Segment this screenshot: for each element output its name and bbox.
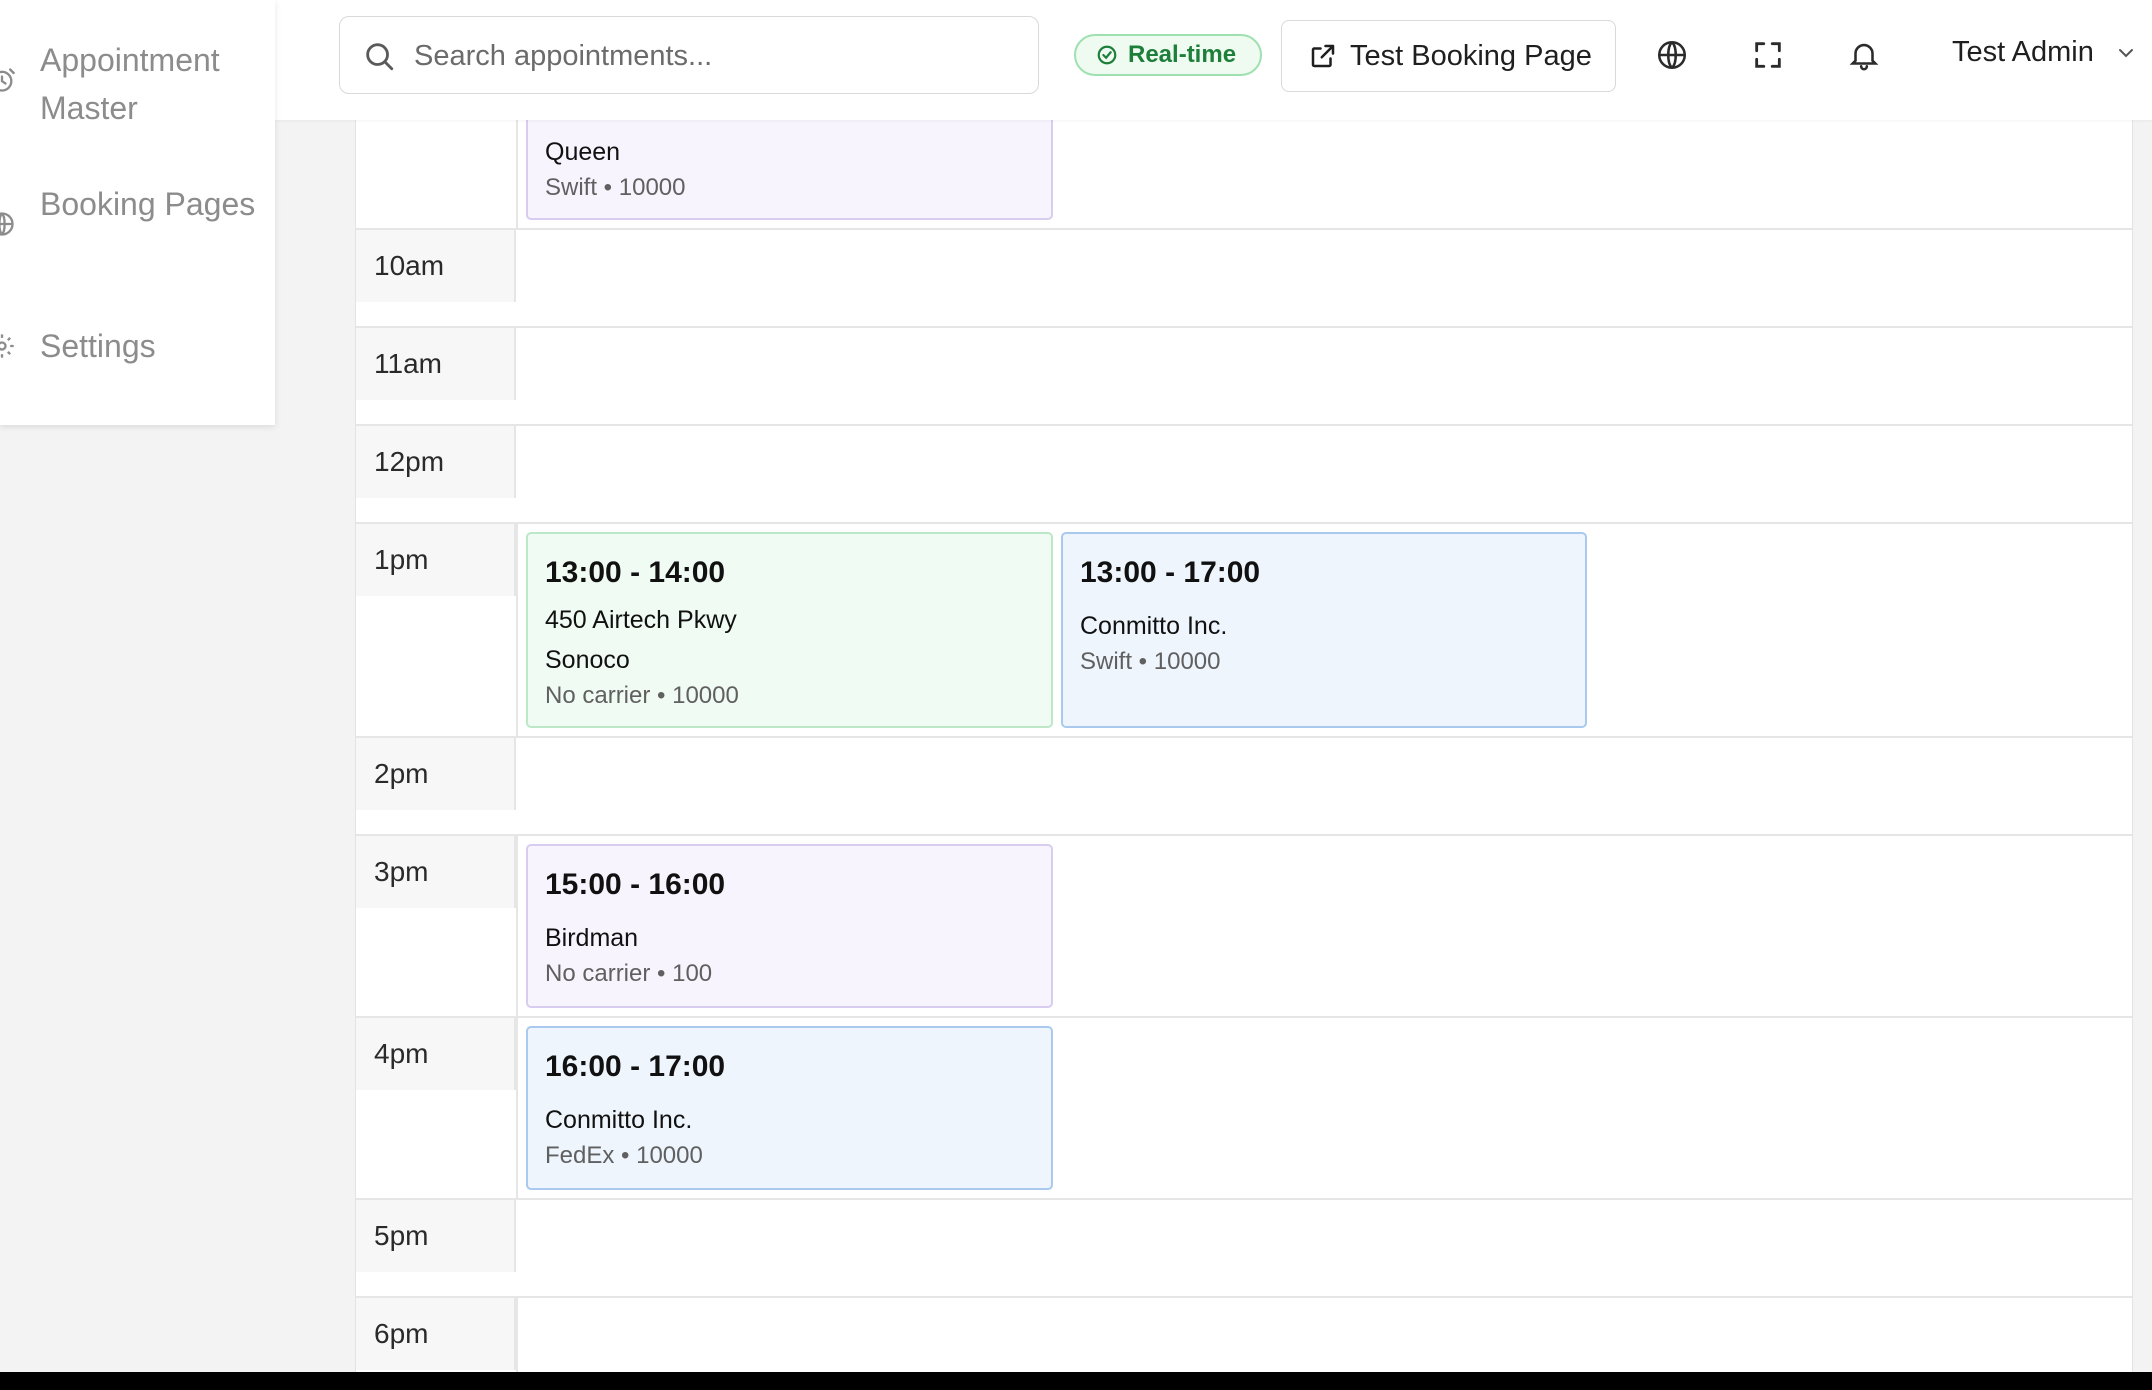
appointment-name: Conmitto Inc. <box>1080 612 1228 640</box>
globe-icon <box>0 210 16 238</box>
hour-divider <box>516 836 518 1016</box>
appointment-address: 450 Airtech Pkwy <box>545 606 737 634</box>
external-link-icon <box>1308 41 1338 71</box>
hour-label: 1pm <box>374 544 429 575</box>
appointment-meta: Swift • 10000 <box>545 174 686 201</box>
search-icon <box>362 39 396 73</box>
appointment-time: 15:00 - 16:00 <box>545 868 726 901</box>
sidebar-item-label: Settings <box>40 328 156 364</box>
hour-label-cell: 1pm <box>356 524 516 596</box>
appointment-card[interactable]: 13:00 - 14:00 450 Airtech Pkwy Sonoco No… <box>526 532 1053 728</box>
hour-label: 10am <box>374 250 445 281</box>
app-viewport: 10am 11am 12pm 1pm 2pm 3pm 4pm 5pm 6pm Q… <box>0 0 2152 1372</box>
appointment-meta: No carrier • 10000 <box>545 682 739 709</box>
hour-row-10am[interactable]: 10am <box>356 230 2132 328</box>
check-circle-icon <box>1096 44 1118 66</box>
hour-label: 6pm <box>374 1318 429 1349</box>
hour-label-cell: 3pm <box>356 836 516 908</box>
hour-label: 4pm <box>374 1038 429 1069</box>
chevron-down-icon <box>2114 41 2138 65</box>
hour-label: 2pm <box>374 758 429 789</box>
hour-row-2pm[interactable]: 2pm <box>356 738 2132 836</box>
hour-row-6pm[interactable]: 6pm <box>356 1298 2132 1372</box>
fullscreen-icon[interactable] <box>1751 38 1785 72</box>
user-menu[interactable]: Test Admin <box>1952 36 2138 69</box>
calendar-clock-icon <box>0 66 16 94</box>
realtime-status-badge: Real-time <box>1074 34 1262 76</box>
appointment-meta: FedEx • 10000 <box>545 1142 703 1169</box>
hour-label-cell: 4pm <box>356 1018 516 1090</box>
appointment-card[interactable]: 13:00 - 17:00 Conmitto Inc. Swift • 1000… <box>1061 532 1587 728</box>
search-input[interactable] <box>412 31 1016 81</box>
hour-row-5pm[interactable]: 5pm <box>356 1200 2132 1298</box>
appointment-time: 13:00 - 17:00 <box>1080 556 1261 589</box>
appointment-time: 13:00 - 14:00 <box>545 556 726 589</box>
search-box[interactable] <box>339 16 1039 94</box>
sidebar-item-label: Booking Pages <box>40 186 256 222</box>
gear-icon <box>0 332 16 360</box>
test-booking-page-button[interactable]: Test Booking Page <box>1281 20 1616 92</box>
hour-label: 5pm <box>374 1220 429 1251</box>
sidebar-item-booking-pages[interactable]: Booking Pages <box>0 180 275 280</box>
day-calendar: 10am 11am 12pm 1pm 2pm 3pm 4pm 5pm 6pm Q… <box>355 0 2133 1372</box>
sidebar-item-label: Appointment Master <box>40 42 220 126</box>
hour-label-cell: 6pm <box>356 1298 516 1370</box>
hour-row-12pm[interactable]: 12pm <box>356 426 2132 524</box>
appointment-name: Queen <box>545 138 621 166</box>
realtime-label: Real-time <box>1128 41 1237 68</box>
sidebar-nav: Appointment Master Booking Pages Setting… <box>0 0 275 425</box>
appointment-name: Sonoco <box>545 646 630 674</box>
hour-divider <box>516 1298 518 1372</box>
bell-icon[interactable] <box>1847 38 1881 72</box>
hour-label: 11am <box>374 348 442 379</box>
hour-label: 12pm <box>374 446 445 477</box>
hour-row-11am[interactable]: 11am <box>356 328 2132 426</box>
hour-divider <box>516 1018 518 1198</box>
appointment-meta: No carrier • 100 <box>545 960 713 987</box>
hour-label-cell: 10am <box>356 230 516 302</box>
hour-label-cell: 5pm <box>356 1200 516 1272</box>
hour-label-cell: 2pm <box>356 738 516 810</box>
appointment-time: 16:00 - 17:00 <box>545 1050 726 1083</box>
appointment-meta: Swift • 10000 <box>1080 648 1221 675</box>
top-bar: Real-time Test Booking Page <box>275 0 2152 120</box>
hour-label-cell: 11am <box>356 328 516 400</box>
user-name: Test Admin <box>1952 36 2094 68</box>
hour-label-cell: 12pm <box>356 426 516 498</box>
test-booking-page-label: Test Booking Page <box>1350 39 1592 72</box>
hour-divider <box>516 524 518 736</box>
appointment-name: Conmitto Inc. <box>545 1106 693 1134</box>
sidebar-item-settings[interactable]: Settings <box>0 322 275 372</box>
language-globe-icon[interactable] <box>1655 38 1689 72</box>
appointment-name: Birdman <box>545 924 639 952</box>
appointment-card[interactable]: 15:00 - 16:00 Birdman No carrier • 100 <box>526 844 1053 1008</box>
appointment-card[interactable]: 16:00 - 17:00 Conmitto Inc. FedEx • 1000… <box>526 1026 1053 1190</box>
hour-label: 3pm <box>374 856 429 887</box>
sidebar-item-appointment-master[interactable]: Appointment Master <box>0 36 275 136</box>
